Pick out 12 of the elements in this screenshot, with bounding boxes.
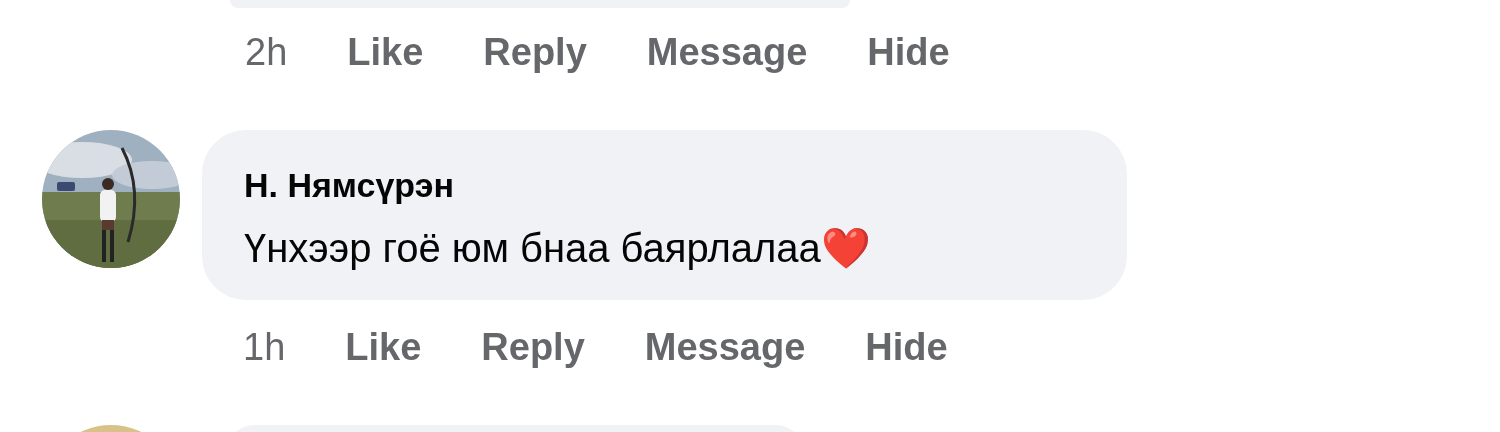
comment-action-link[interactable]: Reply: [481, 325, 585, 369]
comment-time: 1h: [243, 325, 286, 369]
comment-action-link[interactable]: Message: [646, 30, 808, 74]
comment-action-link[interactable]: Message: [644, 325, 806, 369]
comment-action-link[interactable]: Hide: [867, 30, 950, 74]
comment-action-link[interactable]: Like: [347, 30, 424, 74]
comment-action-link[interactable]: Like: [345, 325, 422, 369]
comment-time: 2h: [245, 30, 288, 74]
comment-action-link[interactable]: Reply: [483, 30, 587, 74]
comment-text: Үнхээр гоё юм бнаа баярлалаа❤: [244, 225, 872, 272]
comment-action-link[interactable]: Hide: [865, 325, 948, 369]
comment-author[interactable]: Н. Нямсүрэн: [244, 165, 1085, 205]
